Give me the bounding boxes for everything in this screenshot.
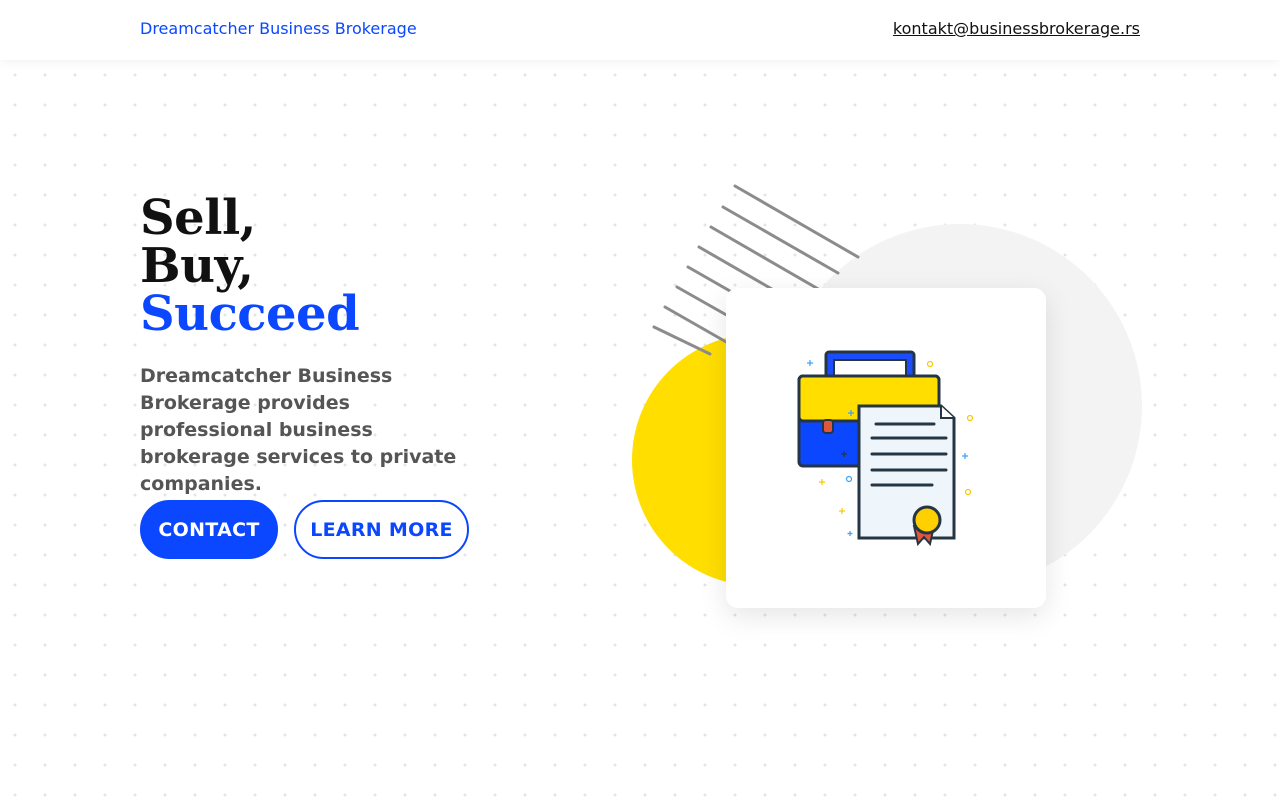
illustration-card <box>726 288 1046 608</box>
email-link[interactable]: kontakt@businessbrokerage.rs <box>893 19 1140 38</box>
learn-more-button[interactable]: LEARN MORE <box>294 500 469 559</box>
hero-title-line-buy: Buy, <box>140 238 254 294</box>
hero-description: Dreamcatcher Business Brokerage provides… <box>140 365 457 495</box>
hero-title-line-succeed: Succeed <box>140 286 360 342</box>
hero-title: Sell, Buy, Succeed <box>140 190 360 342</box>
hero-title-line-sell: Sell, <box>140 190 256 246</box>
contact-button[interactable]: CONTACT <box>140 500 278 559</box>
briefcase-certificate-icon <box>797 350 974 547</box>
brand-link[interactable]: Dreamcatcher Business Brokerage <box>140 19 417 38</box>
top-navbar: Dreamcatcher Business Brokerage kontakt@… <box>0 0 1280 60</box>
